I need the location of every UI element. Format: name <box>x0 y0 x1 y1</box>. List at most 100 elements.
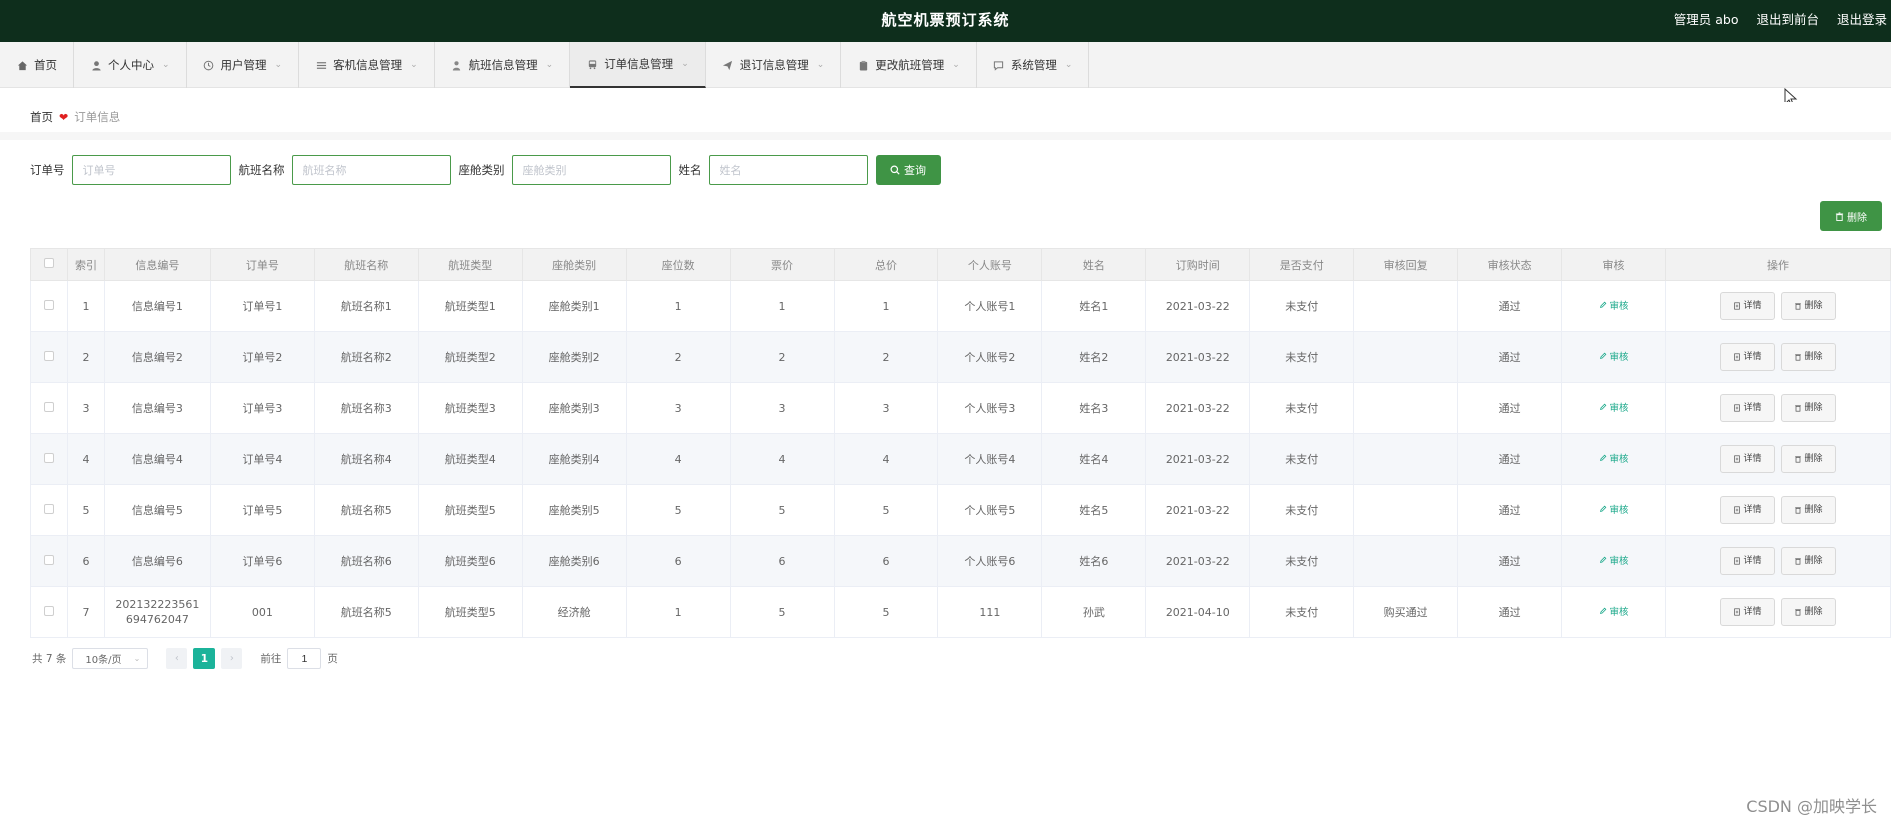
actions-cell: 详情 删除 <box>1665 433 1891 485</box>
audit-link[interactable]: 审核 <box>1599 301 1629 312</box>
nav-item-4[interactable]: 航班信息管理 ⌄ <box>435 42 571 88</box>
row-checkbox-cell[interactable] <box>30 433 68 485</box>
row-checkbox[interactable] <box>43 401 54 412</box>
admin-label: 管理员 abo <box>1673 12 1739 27</box>
current-page-button[interactable]: 1 <box>193 648 216 669</box>
audit-link[interactable]: 审核 <box>1599 403 1629 414</box>
table-cell: 订单号4 <box>209 433 315 485</box>
row-checkbox[interactable] <box>43 350 54 361</box>
table-cell <box>1353 433 1459 485</box>
query-button[interactable]: 查询 <box>875 155 941 185</box>
row-checkbox-cell[interactable] <box>30 331 68 383</box>
order-label: 订单号 <box>30 163 65 177</box>
table-cell: 6 <box>833 535 939 587</box>
breadcrumb-home[interactable]: 首页 <box>30 109 53 125</box>
document-icon <box>1734 608 1741 616</box>
delete-button[interactable]: 删除 <box>1781 394 1836 422</box>
row-checkbox-cell[interactable] <box>30 280 68 332</box>
table-cell <box>1353 331 1459 383</box>
row-checkbox[interactable] <box>43 605 54 616</box>
pager-total: 共 7 条 <box>32 653 67 665</box>
audit-link[interactable]: 审核 <box>1599 607 1629 618</box>
row-checkbox[interactable] <box>43 503 54 514</box>
audit-cell: 审核 <box>1561 331 1667 383</box>
audit-link[interactable]: 审核 <box>1599 556 1629 567</box>
row-checkbox-cell[interactable] <box>30 535 68 587</box>
table-cell: 通过 <box>1457 535 1563 587</box>
table-cell: 个人账号1 <box>937 280 1043 332</box>
flight-label: 航班名称 <box>238 163 285 177</box>
trash-icon <box>1795 609 1802 616</box>
detail-button[interactable]: 详情 <box>1720 343 1775 371</box>
table-cell: 6 <box>729 535 835 587</box>
batch-delete-button[interactable]: 删除 <box>1820 201 1882 231</box>
table-row: 7 202132223561694762047 001 航班名称5 航班类型5 经济舱 1 5… <box>30 586 1891 638</box>
detail-button[interactable]: 详情 <box>1720 598 1775 626</box>
detail-button[interactable]: 详情 <box>1720 445 1775 473</box>
nav-item-3[interactable]: 客机信息管理 ⌄ <box>299 42 435 88</box>
audit-link-label: 审核 <box>1609 505 1629 516</box>
select-all-checkbox-cell[interactable] <box>30 248 68 281</box>
main-nav: 首页 个人中心 ⌄ 用户管理 ⌄ 客机信息管理 ⌄ 航班信息管理 ⌄ 订单信息管理 ⌄ 退订信息管理 ⌄… <box>0 42 1891 88</box>
goto-prefix: 前往 <box>260 653 282 665</box>
column-header: 姓名 <box>1041 248 1147 281</box>
table-cell: 航班类型3 <box>417 382 523 434</box>
prev-page-button[interactable]: ‹ <box>166 648 188 669</box>
audit-link-label: 审核 <box>1609 607 1629 618</box>
trash-icon <box>1795 456 1802 463</box>
goto-page-input[interactable] <box>287 648 322 669</box>
row-checkbox[interactable] <box>43 554 54 565</box>
row-checkbox-cell[interactable] <box>30 586 68 638</box>
delete-button[interactable]: 删除 <box>1781 292 1836 320</box>
to-front-link[interactable]: 退出到前台 <box>1756 0 1819 40</box>
delete-button[interactable]: 删除 <box>1781 445 1836 473</box>
audit-link[interactable]: 审核 <box>1599 505 1629 516</box>
delete-button[interactable]: 删除 <box>1781 598 1836 626</box>
nav-item-2[interactable]: 用户管理 ⌄ <box>187 42 300 88</box>
nav-item-7[interactable]: 更改航班管理 ⌄ <box>841 42 977 88</box>
table-row: 6 信息编号6 订单号6 航班名称6 航班类型6 座舱类别6 6 6 6 个人账号6 姓名6 2021… <box>30 535 1891 587</box>
table-cell: 202132223561694762047 <box>103 586 211 638</box>
audit-link[interactable]: 审核 <box>1599 352 1629 363</box>
flight-input[interactable] <box>291 155 451 185</box>
table-cell: 航班名称5 <box>313 484 419 536</box>
detail-button[interactable]: 详情 <box>1720 496 1775 524</box>
logout-link[interactable]: 退出登录 <box>1837 0 1887 40</box>
table-cell: 航班类型4 <box>417 433 523 485</box>
page-size-select[interactable]: 10条/页 ⌄ <box>72 648 149 669</box>
order-input[interactable] <box>71 155 231 185</box>
detail-button[interactable]: 详情 <box>1720 394 1775 422</box>
name-input[interactable] <box>708 155 868 185</box>
column-header: 审核状态 <box>1457 248 1563 281</box>
table-cell: 座舱类别1 <box>521 280 627 332</box>
delete-label: 删除 <box>1804 504 1823 515</box>
nav-item-1[interactable]: 个人中心 ⌄ <box>74 42 187 88</box>
row-checkbox-cell[interactable] <box>30 484 68 536</box>
select-all-checkbox[interactable] <box>43 258 54 268</box>
column-header: 订单号 <box>209 248 315 281</box>
column-header: 个人账号 <box>937 248 1043 281</box>
audit-link[interactable]: 审核 <box>1599 454 1629 465</box>
column-header: 信息编号 <box>103 248 211 281</box>
order-table: 索引 信息编号 订单号 航班名称 航班类型 座舱类别 座位数 票价 总价 个人账号 姓名 订购时间 是否… <box>30 248 1891 638</box>
delete-button[interactable]: 删除 <box>1781 547 1836 575</box>
row-checkbox-cell[interactable] <box>30 382 68 434</box>
delete-button[interactable]: 删除 <box>1781 496 1836 524</box>
nav-item-label: 个人中心 <box>108 58 154 72</box>
table-cell: 6 <box>66 535 105 587</box>
column-header: 票价 <box>729 248 835 281</box>
document-icon <box>1734 353 1741 361</box>
detail-button[interactable]: 详情 <box>1720 547 1775 575</box>
detail-button[interactable]: 详情 <box>1720 292 1775 320</box>
watermark: CSDN @加映学长 <box>1746 797 1877 816</box>
table-cell: 航班类型2 <box>417 331 523 383</box>
nav-item-5[interactable]: 订单信息管理 ⌄ <box>570 42 706 88</box>
row-checkbox[interactable] <box>43 299 54 310</box>
row-checkbox[interactable] <box>43 452 54 463</box>
seat-input[interactable] <box>511 155 671 185</box>
delete-button[interactable]: 删除 <box>1781 343 1836 371</box>
nav-item-0[interactable]: 首页 <box>0 42 74 88</box>
nav-item-8[interactable]: 系统管理 ⌄ <box>977 42 1090 88</box>
next-page-button[interactable]: › <box>221 648 243 669</box>
nav-item-6[interactable]: 退订信息管理 ⌄ <box>706 42 842 88</box>
